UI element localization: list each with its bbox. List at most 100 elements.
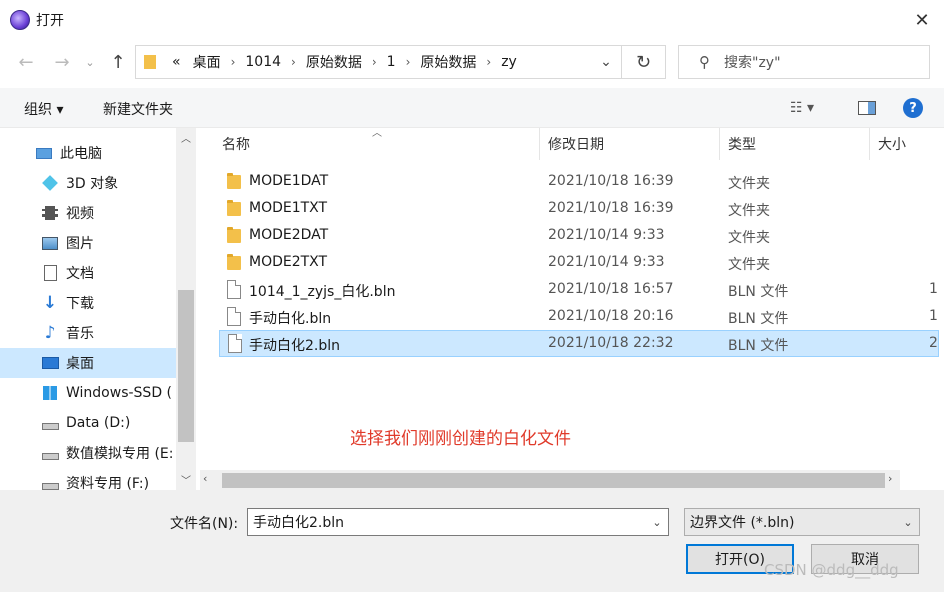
sidebar-scroll-thumb[interactable] (178, 290, 194, 442)
close-button[interactable]: ✕ (902, 6, 942, 34)
sidebar-item-label: 视频 (66, 206, 94, 222)
sidebar-item-windows-ssd[interactable]: Windows-SSD ( (0, 378, 176, 408)
breadcrumb-separator-icon: › (371, 55, 377, 69)
file-row-selected[interactable]: 手动白化2.bln 2021/10/18 22:32 BLN 文件 2 (219, 330, 939, 357)
file-icon (228, 334, 242, 353)
music-icon: ♪ (44, 323, 56, 343)
sidebar-item-drive-f[interactable]: 资料专用 (F:) (0, 468, 176, 490)
scroll-left-icon[interactable]: ‹ (203, 472, 207, 485)
file-type: 文件夹 (728, 230, 770, 246)
column-header-name[interactable]: 名称 (200, 128, 540, 160)
file-name: 手动白化2.bln (249, 338, 341, 354)
filename-value: 手动白化2.bln (253, 515, 345, 531)
sidebar-item-documents[interactable]: 文档 (0, 258, 176, 288)
file-size: 1 (929, 281, 938, 297)
column-header-type[interactable]: 类型 (720, 128, 870, 160)
file-date: 2021/10/18 20:16 (548, 308, 674, 324)
file-type: BLN 文件 (728, 311, 789, 327)
folder-icon (227, 227, 241, 243)
watermark-text: CSDN @ddg__ddg (764, 561, 899, 579)
column-header-label: 类型 (728, 137, 756, 153)
refresh-button[interactable]: ↻ (622, 45, 666, 79)
up-button[interactable]: ↑ (104, 48, 132, 76)
scroll-down-icon[interactable]: ﹀ (178, 472, 194, 488)
filename-dropdown-button[interactable]: ⌄ (646, 510, 668, 534)
sidebar-item-downloads[interactable]: ↓ 下载 (0, 288, 176, 318)
scroll-right-icon[interactable]: › (888, 472, 892, 485)
sidebar-item-label: 数值模拟专用 (E: (66, 446, 174, 462)
filename-input[interactable]: 手动白化2.bln (247, 508, 669, 536)
close-icon: ✕ (914, 9, 930, 31)
breadcrumb-1014[interactable]: 1014 (245, 54, 281, 70)
chevron-down-icon: ⌄ (652, 515, 662, 529)
drive-icon (40, 474, 60, 490)
file-date: 2021/10/14 9:33 (548, 254, 665, 270)
sidebar-item-data-d[interactable]: Data (D:) (0, 408, 176, 438)
file-row[interactable]: MODE1TXT 2021/10/18 16:39 文件夹 (219, 196, 939, 222)
help-button[interactable]: ? (903, 98, 923, 118)
breadcrumb-desktop[interactable]: 桌面 (193, 52, 221, 72)
sidebar-item-desktop[interactable]: 桌面 (0, 348, 176, 378)
file-size: 2 (929, 335, 938, 351)
sidebar-item-3d-objects[interactable]: 3D 对象 (0, 168, 176, 198)
breadcrumb-raw-data-2[interactable]: 原始数据 (420, 52, 476, 72)
column-header-size[interactable]: 大小 (870, 128, 944, 160)
sidebar-item-label: 桌面 (66, 356, 94, 372)
view-options-button[interactable]: ☷ ▾ (790, 100, 814, 116)
file-name: 1014_1_zyjs_白化.bln (249, 284, 396, 300)
column-header-label: 名称 (222, 137, 250, 153)
recent-locations-button[interactable]: ⌄ (80, 48, 100, 76)
filetype-select[interactable]: 边界文件 (*.bln) (684, 508, 920, 536)
computer-icon (34, 144, 54, 162)
file-row[interactable]: 手动白化.bln 2021/10/18 20:16 BLN 文件 1 (219, 304, 939, 330)
file-row[interactable]: MODE1DAT 2021/10/18 16:39 文件夹 (219, 169, 939, 195)
filetype-value: 边界文件 (*.bln) (690, 515, 795, 531)
scroll-up-icon[interactable]: ︿ (178, 130, 194, 146)
file-name: MODE2DAT (249, 227, 329, 243)
file-icon (227, 307, 241, 326)
breadcrumb-overflow[interactable]: « (172, 54, 181, 70)
sidebar-item-pictures[interactable]: 图片 (0, 228, 176, 258)
breadcrumb-separator-icon: › (405, 55, 411, 69)
preview-pane-button[interactable] (858, 101, 876, 115)
file-type: BLN 文件 (728, 284, 789, 300)
file-date: 2021/10/18 16:39 (548, 173, 674, 189)
sidebar-item-label: 文档 (66, 266, 94, 282)
breadcrumb-zy[interactable]: zy (501, 54, 517, 70)
file-type: 文件夹 (728, 176, 770, 192)
file-row[interactable]: MODE2DAT 2021/10/14 9:33 文件夹 (219, 223, 939, 249)
window-title: 打开 (36, 13, 64, 29)
sidebar-item-drive-e[interactable]: 数值模拟专用 (E: (0, 438, 176, 468)
breadcrumb-raw-data[interactable]: 原始数据 (306, 52, 362, 72)
file-size: 1 (929, 308, 938, 324)
navigation-pane: 此电脑 3D 对象 视频 图片 文档 ↓ 下载 ♪ 音乐 桌面 Windows-… (0, 128, 196, 490)
forward-button[interactable]: → (48, 48, 76, 76)
search-icon: ⚲ (699, 53, 710, 71)
folder-icon (144, 55, 156, 69)
search-input[interactable]: ⚲ 搜索"zy" (678, 45, 930, 79)
file-row[interactable]: MODE2TXT 2021/10/14 9:33 文件夹 (219, 250, 939, 276)
sidebar-item-label: Data (D:) (66, 415, 131, 431)
sidebar-item-label: Windows-SSD ( (66, 385, 173, 401)
file-name: MODE1DAT (249, 173, 329, 189)
sidebar-item-label: 资料专用 (F:) (66, 476, 150, 490)
back-button[interactable]: ← (12, 48, 40, 76)
sidebar-item-videos[interactable]: 视频 (0, 198, 176, 228)
file-date: 2021/10/18 16:39 (548, 200, 674, 216)
organize-button[interactable]: 组织 ▾ (24, 99, 63, 119)
sidebar-item-label: 音乐 (66, 326, 94, 342)
column-header-date[interactable]: 修改日期 (540, 128, 720, 160)
breadcrumb-1[interactable]: 1 (387, 54, 396, 70)
file-row[interactable]: 1014_1_zyjs_白化.bln 2021/10/18 16:57 BLN … (219, 277, 939, 303)
new-folder-button[interactable]: 新建文件夹 (103, 99, 173, 119)
address-dropdown-button[interactable]: ⌄ (590, 45, 622, 79)
windows-drive-icon (40, 384, 60, 402)
address-bar[interactable]: « 桌面 › 1014 › 原始数据 › 1 › 原始数据 › zy (135, 45, 622, 79)
list-view-icon: ☷ ▾ (790, 100, 815, 116)
filetype-dropdown-button[interactable]: ⌄ (898, 510, 918, 534)
file-type: 文件夹 (728, 257, 770, 273)
file-list-hscroll-thumb[interactable] (222, 473, 885, 488)
sidebar-item-music[interactable]: ♪ 音乐 (0, 318, 176, 348)
drive-icon (40, 414, 60, 432)
sidebar-item-this-pc[interactable]: 此电脑 (0, 138, 176, 168)
